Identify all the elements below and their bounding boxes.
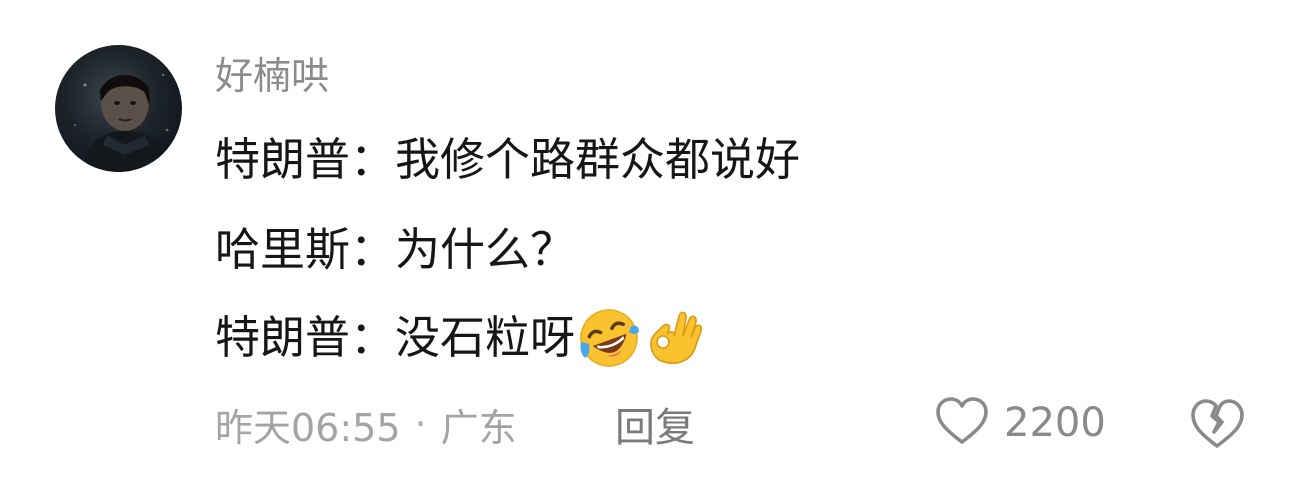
comment-meta: 昨天06:55 · 广东	[215, 396, 517, 452]
meta-separator: ·	[414, 402, 427, 446]
comment-text-line-1: 特朗普：我修个路群众都说好	[215, 133, 801, 186]
like-button[interactable]: 2200	[934, 394, 1106, 452]
comment-line-2: 哈里斯：为什么？	[215, 222, 575, 278]
comment-text-line-3: 特朗普：没石粒呀	[215, 311, 576, 364]
comment-location: 广东	[440, 405, 517, 450]
broken-heart-icon	[1188, 399, 1246, 456]
comment-item: 好楠哄 特朗普：我修个路群众都说好 哈里斯：为什么？ 特朗普：没石粒呀 昨天06…	[0, 0, 1310, 477]
rofl-emoji-icon	[577, 306, 641, 370]
avatar[interactable]	[55, 45, 182, 172]
emoji-group	[577, 306, 705, 370]
comment-line-1: 特朗普：我修个路群众都说好	[215, 132, 800, 188]
comment-line-3: 特朗普：没石粒呀	[215, 306, 705, 370]
ok-hand-emoji-icon	[641, 306, 705, 370]
comment-text-line-2: 哈里斯：为什么？	[215, 223, 576, 276]
comment-time: 昨天06:55	[215, 405, 401, 450]
heart-icon	[934, 396, 990, 450]
username[interactable]: 好楠哄	[215, 52, 329, 100]
dislike-button[interactable]	[1188, 394, 1246, 452]
like-count: 2200	[1004, 400, 1106, 446]
reply-button[interactable]: 回复	[615, 396, 695, 452]
